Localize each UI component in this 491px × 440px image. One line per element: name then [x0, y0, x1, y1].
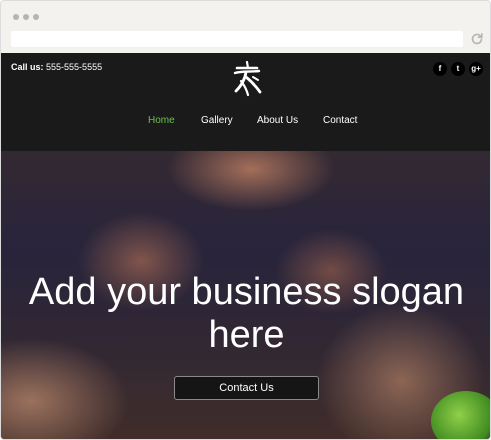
- call-us-label: Call us:: [11, 62, 44, 72]
- nav-item-home[interactable]: Home: [148, 115, 175, 126]
- hero-section: Add your business slogan here Contact Us: [1, 151, 490, 439]
- browser-chrome: [1, 1, 490, 53]
- window-dot-icon: [23, 14, 29, 20]
- window-dot-icon: [33, 14, 39, 20]
- contact-us-button[interactable]: Contact Us: [174, 376, 319, 400]
- main-nav: Home Gallery About Us Contact: [1, 115, 490, 131]
- google-plus-icon[interactable]: g+: [469, 62, 483, 76]
- window-dot-icon: [13, 14, 19, 20]
- site-header: Call us: 555-555-5555 f t g+ Home Galler…: [1, 53, 490, 151]
- browser-window: Call us: 555-555-5555 f t g+ Home Galler…: [0, 0, 491, 440]
- nav-item-contact[interactable]: Contact: [323, 115, 357, 126]
- address-bar[interactable]: [11, 31, 463, 47]
- nav-item-gallery[interactable]: Gallery: [201, 115, 233, 126]
- twitter-icon[interactable]: t: [451, 62, 465, 76]
- calligraphy-logo-icon[interactable]: [229, 59, 265, 99]
- nav-item-about-us[interactable]: About Us: [257, 115, 298, 126]
- social-links: f t g+: [433, 62, 483, 76]
- reload-icon[interactable]: [470, 32, 484, 46]
- hero-slogan: Add your business slogan here: [28, 271, 465, 356]
- call-us: Call us: 555-555-5555: [11, 62, 102, 72]
- facebook-icon[interactable]: f: [433, 62, 447, 76]
- window-controls: [13, 14, 39, 20]
- phone-number[interactable]: 555-555-5555: [46, 62, 102, 72]
